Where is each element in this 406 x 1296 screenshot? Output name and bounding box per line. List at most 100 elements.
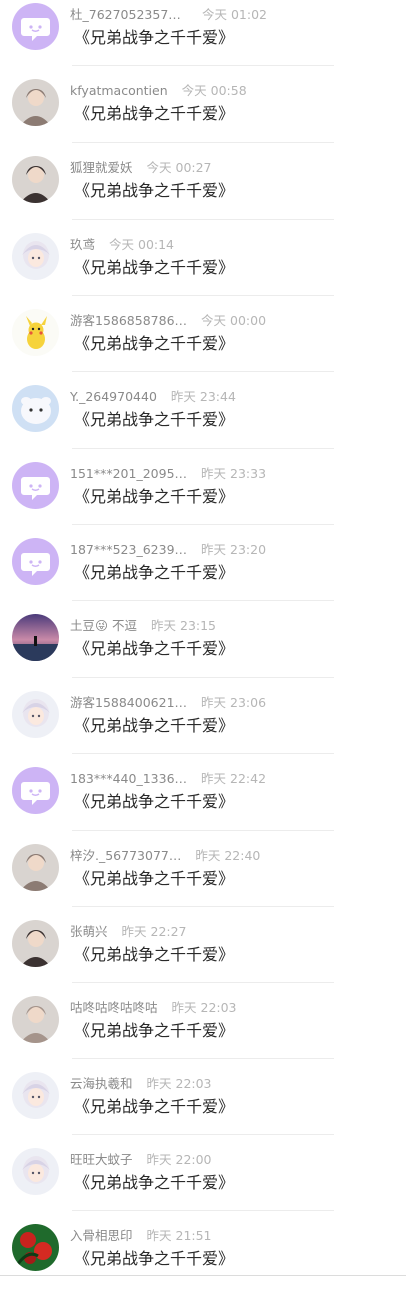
default-avatar-icon[interactable] [12,538,59,585]
avatar[interactable] [12,156,59,203]
username[interactable]: 土豆😜 不逗 [70,616,137,636]
comment-item[interactable]: 玖鸢 今天 00:14 《兄弟战争之千千爱》 [0,229,406,305]
comment-item[interactable]: 咕咚咕咚咕咚咕 昨天 22:03 《兄弟战争之千千爱》 [0,992,406,1068]
timestamp: 昨天 22:42 [201,771,267,786]
default-avatar-icon[interactable] [12,767,59,814]
comment-meta: 183***440_1336… 昨天 22:42 [70,769,266,789]
comment-meta: 张萌兴 昨天 22:27 [70,922,187,942]
username[interactable]: 151***201_2095… [70,464,187,484]
username[interactable]: 187***523_6239… [70,540,187,560]
comment-text: 《兄弟战争之千千爱》 [74,28,235,47]
comment-list: 杜_76270523579… 今天 01:02 《兄弟战争之千千爱》 kfyatma… [0,0,406,1280]
row-divider [72,219,334,220]
avatar[interactable] [12,79,59,126]
comment-meta: 游客1586858786… 今天 00:00 [70,311,266,331]
avatar[interactable] [12,691,59,738]
row-divider [72,371,334,372]
timestamp: 今天 00:58 [181,83,247,98]
comment-meta: 狐狸就爱妖 今天 00:27 [70,158,212,178]
comment-meta: 151***201_2095… 昨天 23:33 [70,464,266,484]
comment-text: 《兄弟战争之千千爱》 [74,1173,235,1192]
row-divider [72,1134,334,1135]
timestamp: 昨天 23:06 [201,695,267,710]
default-avatar-icon[interactable] [12,3,59,50]
avatar[interactable] [12,1224,59,1271]
comment-meta: 梓汐._56773077… 昨天 22:40 [70,846,260,866]
username[interactable]: Y._264970440 [70,387,157,407]
avatar[interactable] [12,309,59,356]
comment-text: 《兄弟战争之千千爱》 [74,869,235,888]
comment-text: 《兄弟战争之千千爱》 [74,563,235,582]
timestamp: 今天 01:02 [202,7,267,22]
username[interactable]: 狐狸就爱妖 [70,158,133,178]
timestamp: 昨天 22:40 [195,848,261,863]
comment-meta: 土豆😜 不逗 昨天 23:15 [70,616,216,636]
comment-meta: kfyatmacontien 今天 00:58 [70,81,247,101]
comment-text: 《兄弟战争之千千爱》 [74,1097,235,1116]
timestamp: 昨天 22:03 [171,1000,237,1015]
username[interactable]: 183***440_1336… [70,769,187,789]
row-divider [72,295,334,296]
avatar[interactable] [12,996,59,1043]
comment-text: 《兄弟战争之千千爱》 [74,104,235,123]
comment-item[interactable]: Y._264970440 昨天 23:44 《兄弟战争之千千爱》 [0,381,406,457]
avatar[interactable] [12,920,59,967]
comment-item[interactable]: 张萌兴 昨天 22:27 《兄弟战争之千千爱》 [0,916,406,992]
avatar[interactable] [12,385,59,432]
username[interactable]: 咕咚咕咚咕咚咕 [70,998,158,1018]
comment-item[interactable]: 土豆😜 不逗 昨天 23:15 《兄弟战争之千千爱》 [0,610,406,686]
comment-item[interactable]: 151***201_2095… 昨天 23:33 《兄弟战争之千千爱》 [0,458,406,534]
comment-text: 《兄弟战争之千千爱》 [74,716,235,735]
avatar[interactable] [12,844,59,891]
timestamp: 今天 00:27 [146,160,212,175]
username[interactable]: 杜_76270523579… [70,5,188,25]
comment-item[interactable]: 入骨相思印 昨天 21:51 《兄弟战争之千千爱》 [0,1220,406,1296]
comment-meta: Y._264970440 昨天 23:44 [70,387,236,407]
username[interactable]: 梓汐._56773077… [70,846,181,866]
comment-meta: 旺旺大蚊子 昨天 22:00 [70,1150,212,1170]
comment-item[interactable]: 梓汐._56773077… 昨天 22:40 《兄弟战争之千千爱》 [0,840,406,916]
comment-text: 《兄弟战争之千千爱》 [74,792,235,811]
timestamp: 昨天 23:20 [201,542,267,557]
comment-meta: 咕咚咕咚咕咚咕 昨天 22:03 [70,998,237,1018]
comment-text: 《兄弟战争之千千爱》 [74,487,235,506]
row-divider [72,524,334,525]
row-divider [72,677,334,678]
timestamp: 昨天 23:44 [170,389,236,404]
timestamp: 昨天 23:33 [201,466,267,481]
avatar[interactable] [12,1148,59,1195]
comment-item[interactable]: 游客1586858786… 今天 00:00 《兄弟战争之千千爱》 [0,305,406,381]
comment-meta: 入骨相思印 昨天 21:51 [70,1226,212,1246]
comment-item[interactable]: kfyatmacontien 今天 00:58 《兄弟战争之千千爱》 [0,75,406,151]
row-divider [72,1210,334,1211]
comment-text: 《兄弟战争之千千爱》 [74,1249,235,1268]
comment-text: 《兄弟战争之千千爱》 [74,1021,235,1040]
username[interactable]: 入骨相思印 [70,1226,133,1246]
comment-item[interactable]: 杜_76270523579… 今天 01:02 《兄弟战争之千千爱》 [0,0,406,75]
avatar[interactable] [12,1072,59,1119]
comment-item[interactable]: 183***440_1336… 昨天 22:42 《兄弟战争之千千爱》 [0,763,406,839]
avatar[interactable] [12,614,59,661]
username[interactable]: 旺旺大蚊子 [70,1150,133,1170]
username[interactable]: kfyatmacontien [70,81,168,101]
comment-item[interactable]: 狐狸就爱妖 今天 00:27 《兄弟战争之千千爱》 [0,152,406,228]
row-divider [72,142,334,143]
timestamp: 今天 00:14 [109,237,175,252]
comment-text: 《兄弟战争之千千爱》 [74,639,235,658]
comment-item[interactable]: 云海执羲和 昨天 22:03 《兄弟战争之千千爱》 [0,1068,406,1144]
comment-item[interactable]: 游客1588400621… 昨天 23:06 《兄弟战争之千千爱》 [0,687,406,763]
username[interactable]: 云海执羲和 [70,1074,133,1094]
username[interactable]: 游客1588400621… [70,693,187,713]
timestamp: 今天 00:00 [201,313,267,328]
row-divider [72,982,334,983]
comment-text: 《兄弟战争之千千爱》 [74,334,235,353]
comment-item[interactable]: 旺旺大蚊子 昨天 22:00 《兄弟战争之千千爱》 [0,1144,406,1220]
avatar[interactable] [12,233,59,280]
timestamp: 昨天 21:51 [146,1228,212,1243]
comment-item[interactable]: 187***523_6239… 昨天 23:20 《兄弟战争之千千爱》 [0,534,406,610]
row-divider [72,448,334,449]
username[interactable]: 游客1586858786… [70,311,187,331]
username[interactable]: 玖鸢 [70,235,95,255]
default-avatar-icon[interactable] [12,462,59,509]
username[interactable]: 张萌兴 [70,922,108,942]
